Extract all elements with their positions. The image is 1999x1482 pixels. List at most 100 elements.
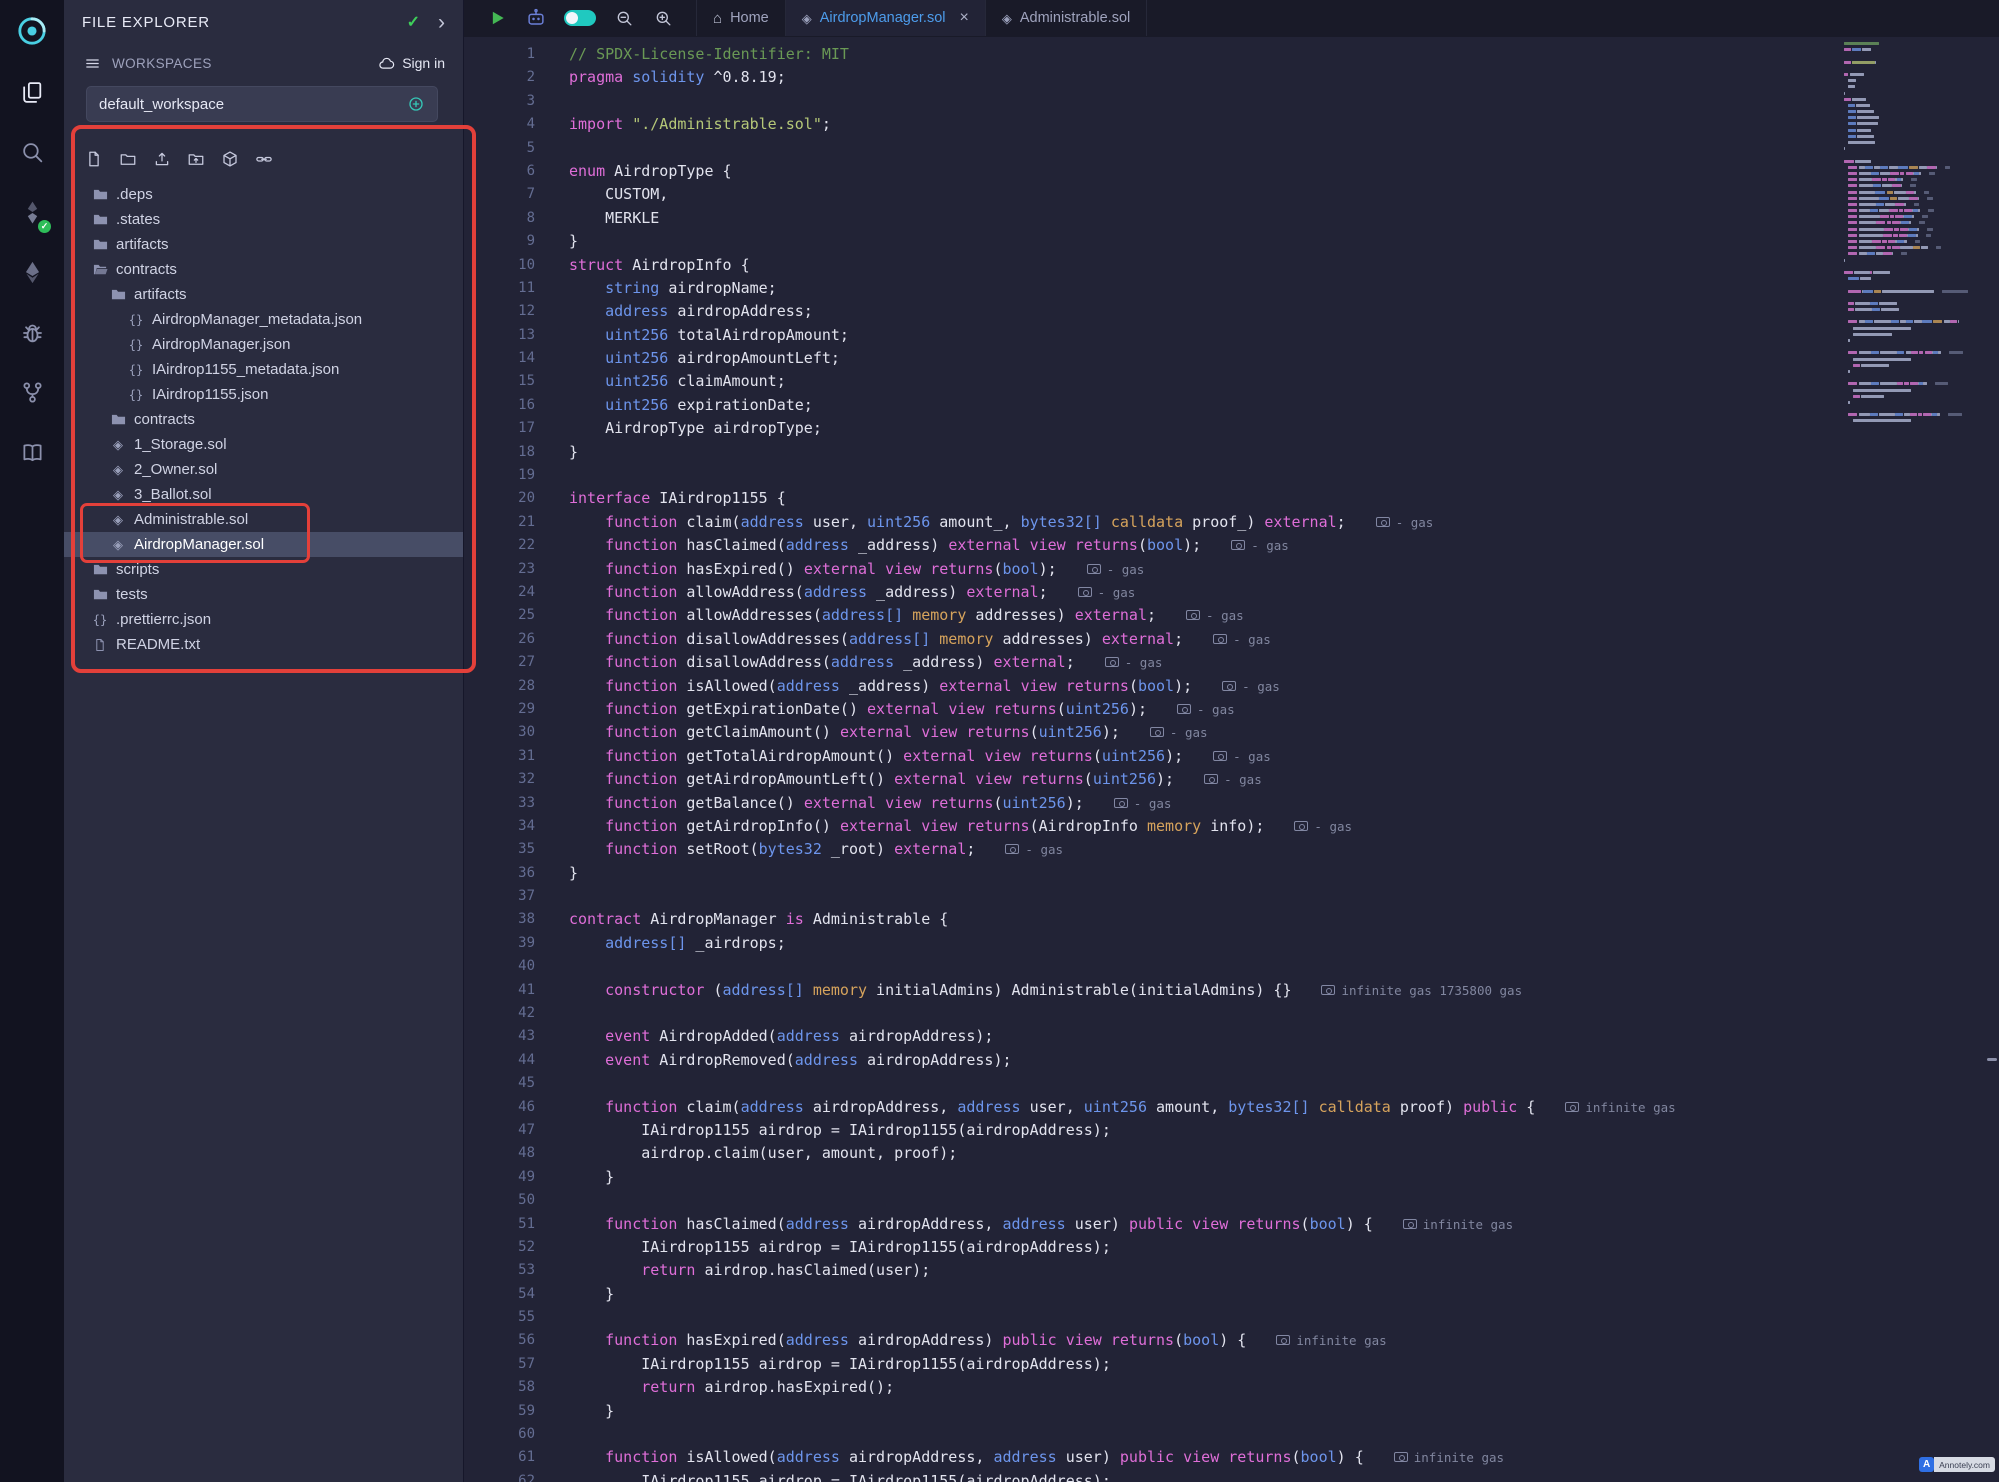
code-line: 24 function allowAddress(address _addres… — [464, 581, 1985, 604]
gas-icon — [1321, 985, 1335, 995]
tree-item-AirdropManager.json[interactable]: {}AirdropManager.json — [64, 332, 463, 357]
minimap-line — [1844, 265, 1966, 268]
tree-item-3_Ballot.sol[interactable]: ◈3_Ballot.sol — [64, 482, 463, 507]
activity-remix-logo — [0, 0, 64, 62]
minimap-line — [1844, 48, 1966, 51]
activity-learneth[interactable] — [0, 422, 64, 482]
tab-Home[interactable]: ⌂Home — [697, 0, 786, 36]
code-line: 31 function getTotalAirdropAmount() exte… — [464, 745, 1985, 768]
code-line: 1// SPDX-License-Identifier: MIT — [464, 43, 1985, 66]
search-icon — [20, 140, 45, 165]
line-number: 49 — [464, 1166, 535, 1189]
code-line: 23 function hasExpired() external view r… — [464, 558, 1985, 581]
deploy-run-icon — [20, 260, 45, 285]
line-number: 33 — [464, 792, 535, 815]
minimap-line — [1844, 333, 1966, 336]
run-script-button[interactable] — [486, 7, 508, 29]
tab-AirdropManager.sol[interactable]: ◈AirdropManager.sol× — [786, 0, 986, 36]
link-icon — [255, 150, 273, 168]
tree-item-label: .states — [116, 211, 160, 228]
tree-item-label: .deps — [116, 186, 153, 203]
activity-file-explorer[interactable] — [0, 62, 64, 122]
tab-label: Home — [730, 10, 769, 26]
tree-item-artifacts[interactable]: artifacts — [64, 282, 463, 307]
workspaces-menu-icon[interactable] — [82, 53, 102, 73]
zoom-in-button[interactable] — [652, 7, 674, 29]
line-number: 45 — [464, 1072, 535, 1095]
link-button[interactable] — [254, 149, 274, 169]
tree-item-label: 2_Owner.sol — [134, 461, 217, 478]
tree-item-artifacts[interactable]: artifacts — [64, 232, 463, 257]
tree-item-1_Storage.sol[interactable]: ◈1_Storage.sol — [64, 432, 463, 457]
tree-item-tests[interactable]: tests — [64, 582, 463, 607]
tree-item-README.txt[interactable]: README.txt — [64, 632, 463, 657]
activity-solidity-compiler[interactable]: ✓ — [0, 182, 64, 242]
tree-item-2_Owner.sol[interactable]: ◈2_Owner.sol — [64, 457, 463, 482]
code-line: 12 address airdropAddress; — [464, 300, 1985, 323]
tree-item-contracts[interactable]: contracts — [64, 257, 463, 282]
watermark-text: Annotely.com — [1934, 1457, 1995, 1472]
upload-file-button[interactable] — [152, 149, 172, 169]
line-number: 61 — [464, 1446, 535, 1469]
minimap-line — [1844, 252, 1966, 255]
minimap-line — [1844, 271, 1966, 274]
collapse-panel-chevron-icon[interactable]: › — [438, 12, 445, 33]
new-folder-button[interactable] — [118, 149, 138, 169]
line-number: 43 — [464, 1025, 535, 1048]
activity-debugger[interactable] — [0, 302, 64, 362]
tree-item-AirdropManager_metadata.json[interactable]: {}AirdropManager_metadata.json — [64, 307, 463, 332]
minimap[interactable] — [1844, 42, 1966, 426]
tree-item-scripts[interactable]: scripts — [64, 557, 463, 582]
tree-item-Administrable.sol[interactable]: ◈Administrable.sol — [64, 507, 463, 532]
activity-deploy-run[interactable] — [0, 242, 64, 302]
tree-item-contracts[interactable]: contracts — [64, 407, 463, 432]
tree-item-label: contracts — [116, 261, 177, 278]
minimap-line — [1844, 147, 1966, 150]
ai-toggle[interactable] — [564, 10, 596, 26]
activity-search[interactable] — [0, 122, 64, 182]
line-number: 47 — [464, 1119, 535, 1142]
line-number: 59 — [464, 1400, 535, 1423]
activity-bar: ✓ — [0, 0, 64, 1482]
tab-Administrable.sol[interactable]: ◈Administrable.sol — [986, 0, 1147, 36]
tree-item-.deps[interactable]: .deps — [64, 182, 463, 207]
tree-item-.states[interactable]: .states — [64, 207, 463, 232]
scrollbar-mark[interactable] — [1987, 1058, 1997, 1061]
remix-ai-button[interactable] — [525, 7, 547, 29]
tree-item-AirdropManager.sol[interactable]: ◈AirdropManager.sol — [64, 532, 463, 557]
line-number: 7 — [464, 183, 535, 206]
workspace-actions-icon[interactable] — [407, 95, 425, 113]
code-editor[interactable]: 1// SPDX-License-Identifier: MIT2pragma … — [464, 37, 1985, 1482]
gas-estimate: - gas — [1294, 819, 1352, 834]
folder-icon — [92, 237, 108, 252]
new-file-button[interactable] — [84, 149, 104, 169]
line-number: 10 — [464, 254, 535, 277]
code-line: 37 — [464, 885, 1985, 908]
tree-item-.prettierrc.json[interactable]: {}.prettierrc.json — [64, 607, 463, 632]
sign-in-button[interactable]: Sign in — [378, 55, 445, 72]
code-line: 50 — [464, 1189, 1985, 1212]
gas-icon — [1403, 1219, 1417, 1229]
gas-icon — [1231, 540, 1245, 550]
load-cube-button[interactable] — [220, 149, 240, 169]
code-line: 22 function hasClaimed(address _address)… — [464, 534, 1985, 557]
tab-close-icon[interactable]: × — [960, 10, 969, 26]
file-tree: .deps.statesartifactscontractsartifacts{… — [64, 182, 463, 657]
line-number: 20 — [464, 487, 535, 510]
minimap-line — [1844, 351, 1966, 354]
code-line: 52 IAirdrop1155 airdrop = IAirdrop1155(a… — [464, 1236, 1985, 1259]
solidity-icon: ◈ — [802, 10, 812, 27]
code-line: 14 uint256 airdropAmountLeft; — [464, 347, 1985, 370]
upload-folder-button[interactable] — [186, 149, 206, 169]
tree-item-IAirdrop1155_metadata.json[interactable]: {}IAirdrop1155_metadata.json — [64, 357, 463, 382]
gas-icon — [1213, 751, 1227, 761]
minimap-line — [1844, 395, 1966, 398]
tree-item-IAirdrop1155.json[interactable]: {}IAirdrop1155.json — [64, 382, 463, 407]
activity-git[interactable] — [0, 362, 64, 422]
editor-tabbar: ⌂Home◈AirdropManager.sol×◈Administrable.… — [464, 0, 1999, 37]
zoom-out-button[interactable] — [613, 7, 635, 29]
minimap-line — [1844, 110, 1966, 113]
workspace-selector[interactable]: default_workspace — [86, 86, 438, 122]
debugger-icon — [20, 320, 45, 345]
tab-label: Administrable.sol — [1020, 10, 1130, 26]
